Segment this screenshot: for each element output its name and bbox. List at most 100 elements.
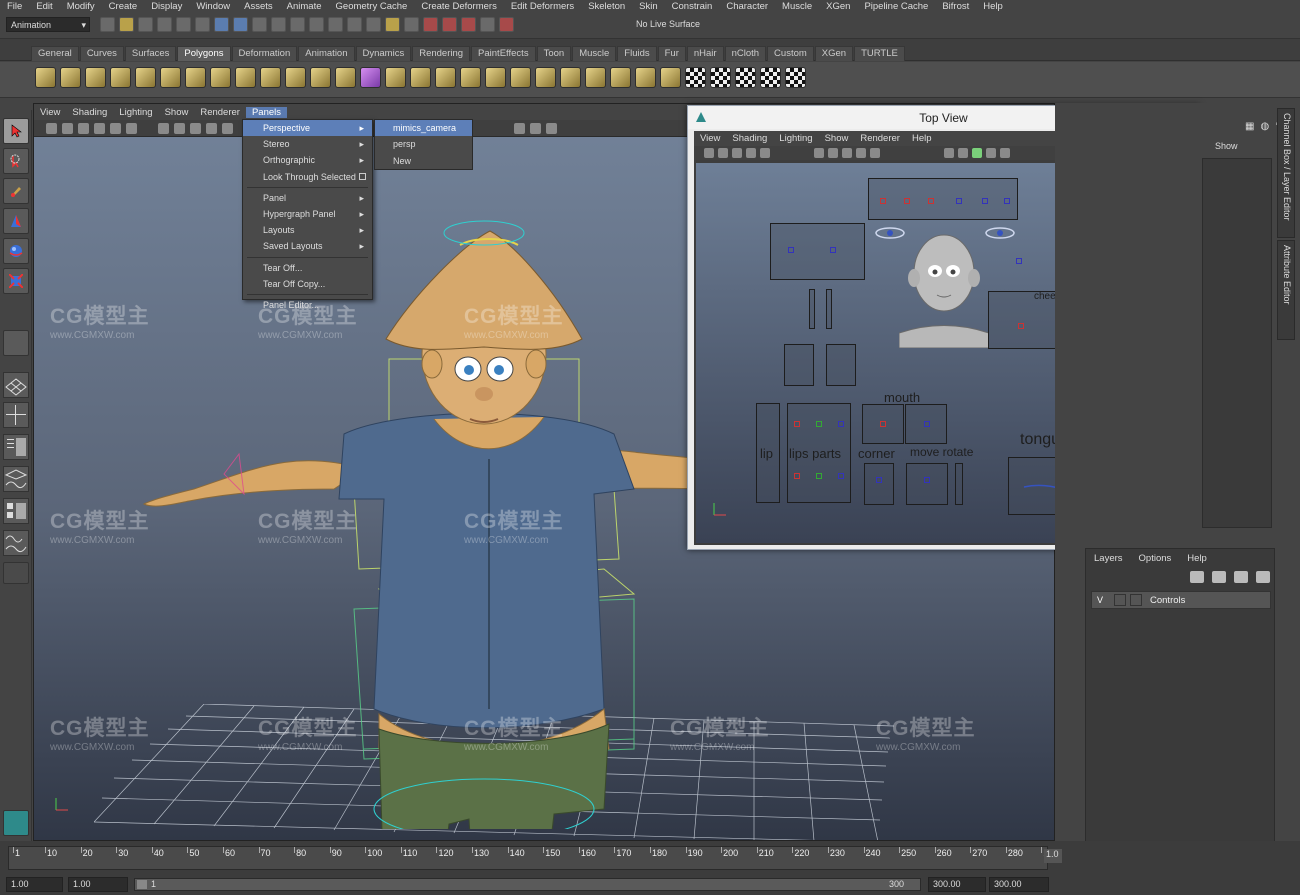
range-slider[interactable]: 1 300	[134, 878, 921, 891]
separate-icon[interactable]	[285, 67, 306, 88]
control-handle[interactable]	[1018, 323, 1024, 329]
resolution-gate-icon[interactable]	[546, 123, 557, 134]
textured-icon[interactable]	[842, 148, 852, 158]
panels-item-tear-off-copy[interactable]: Tear Off Copy...	[243, 276, 372, 292]
control-handle[interactable]	[830, 247, 836, 253]
control-handle[interactable]	[794, 473, 800, 479]
eye-controls[interactable]	[770, 223, 865, 280]
panels-item-stereo[interactable]: Stereo ▸	[243, 136, 372, 152]
shelf-tab-deformation[interactable]: Deformation	[231, 46, 298, 61]
menu-character[interactable]: Character	[719, 1, 775, 12]
shelf-tab-toon[interactable]: Toon	[536, 46, 572, 61]
menu-animate[interactable]: Animate	[280, 1, 329, 12]
control-handle[interactable]	[982, 198, 988, 204]
poly-pyramid-icon[interactable]	[185, 67, 206, 88]
options-menu[interactable]: Options	[1131, 553, 1180, 564]
playback-start-field[interactable]: 1.00	[68, 877, 128, 892]
select-camera-icon[interactable]	[46, 123, 57, 134]
corner-control[interactable]	[864, 463, 894, 505]
split-polygon-icon[interactable]	[510, 67, 531, 88]
control-handle[interactable]	[880, 198, 886, 204]
merge-icon[interactable]	[560, 67, 581, 88]
control-handle[interactable]	[924, 477, 930, 483]
shelf-tab-muscle[interactable]: Muscle	[572, 46, 617, 61]
new-empty-layer-icon[interactable]	[1234, 571, 1248, 583]
menu-edit-deformers[interactable]: Edit Deformers	[504, 1, 581, 12]
poly-cylinder-icon[interactable]	[85, 67, 106, 88]
tv-menu-view[interactable]: View	[694, 133, 726, 144]
select-tool-icon[interactable]	[3, 118, 29, 144]
menu-window[interactable]: Window	[189, 1, 237, 12]
range-slider-handle[interactable]	[137, 880, 147, 889]
menu-pipeline-cache[interactable]: Pipeline Cache	[857, 1, 935, 12]
bridge-icon[interactable]	[435, 67, 456, 88]
menu-modify[interactable]: Modify	[60, 1, 102, 12]
tv-menu-help[interactable]: Help	[906, 133, 938, 144]
move-rotate-control[interactable]	[906, 463, 948, 505]
snap-view-plane-icon[interactable]	[480, 17, 495, 32]
panel-menu-lighting[interactable]: Lighting	[113, 107, 158, 118]
film-gate-icon[interactable]	[126, 123, 137, 134]
shadows-icon[interactable]	[870, 148, 880, 158]
paint-select-tool-icon[interactable]	[3, 178, 29, 204]
layer-color-swatch[interactable]	[1130, 594, 1142, 606]
single-perspective-layout-icon[interactable]	[3, 372, 29, 398]
layer-editor-icon[interactable]: ◍	[1260, 121, 1269, 132]
control-handle[interactable]	[904, 198, 910, 204]
select-by-curve-icon[interactable]	[271, 17, 286, 32]
control-handle[interactable]	[880, 421, 886, 427]
menu-bifrost[interactable]: Bifrost	[935, 1, 976, 12]
shelf-tab-animation[interactable]: Animation	[298, 46, 355, 61]
xray-joints-icon[interactable]	[986, 148, 996, 158]
persp-outliner-layout-icon[interactable]	[3, 434, 29, 460]
snap-point-icon[interactable]	[461, 17, 476, 32]
snap-curve-icon[interactable]	[442, 17, 457, 32]
panel-menu-shading[interactable]: Shading	[66, 107, 113, 118]
tv-menu-lighting[interactable]: Lighting	[773, 133, 818, 144]
move-layer-down-icon[interactable]	[1212, 571, 1226, 583]
submenu-item-new[interactable]: New	[375, 153, 472, 169]
attribute-editor-tab[interactable]: Attribute Editor	[1277, 240, 1295, 340]
smooth-icon[interactable]	[335, 67, 356, 88]
wireframe-on-shaded-icon[interactable]	[1000, 148, 1010, 158]
poly-cone-icon[interactable]	[110, 67, 131, 88]
control-handle[interactable]	[838, 473, 844, 479]
grid-toggle-icon[interactable]	[110, 123, 121, 134]
isolate-select-icon[interactable]	[530, 123, 541, 134]
shelf-tab-turtle[interactable]: TURTLE	[854, 46, 905, 61]
shadows-icon[interactable]	[222, 123, 233, 134]
option-box-icon[interactable]	[359, 172, 366, 180]
image-plane-icon[interactable]	[746, 148, 756, 158]
layer-row-controls[interactable]: V Controls	[1091, 591, 1271, 609]
shelf-tab-rendering[interactable]: Rendering	[412, 46, 471, 61]
menu-skeleton[interactable]: Skeleton	[581, 1, 632, 12]
panel-menu-view[interactable]: View	[34, 107, 66, 118]
menu-skin[interactable]: Skin	[632, 1, 664, 12]
select-by-joint-icon[interactable]	[252, 17, 267, 32]
menu-set-selector[interactable]: Animation	[6, 17, 90, 32]
menu-edit[interactable]: Edit	[29, 1, 59, 12]
panel-menu-panels[interactable]: Panels	[245, 106, 288, 118]
control-handle[interactable]	[816, 473, 822, 479]
panels-item-tear-off[interactable]: Tear Off...	[243, 260, 372, 276]
layer-visibility-toggle[interactable]: V	[1097, 595, 1103, 605]
select-camera-icon[interactable]	[704, 148, 714, 158]
persp-graph-layout-icon[interactable]	[3, 466, 29, 492]
snap-grid-icon[interactable]	[423, 17, 438, 32]
last-tool-icon[interactable]	[3, 330, 29, 356]
select-object-icon[interactable]	[176, 17, 191, 32]
control-handle[interactable]	[956, 198, 962, 204]
sculpt-icon[interactable]	[610, 67, 631, 88]
control-handle[interactable]	[876, 477, 882, 483]
poly-pipe-icon[interactable]	[210, 67, 231, 88]
poly-plane-icon[interactable]	[135, 67, 156, 88]
bookmarks-icon[interactable]	[78, 123, 89, 134]
playback-end-field[interactable]: 300.00	[928, 877, 986, 892]
move-layer-up-icon[interactable]	[1190, 571, 1204, 583]
slider-control[interactable]	[826, 289, 832, 329]
time-slider[interactable]: 1 10 20 30 40 50 60 70 80 90 100 110 120 130 140 150 160…	[0, 841, 1300, 875]
uv-editor-icon[interactable]	[685, 67, 706, 88]
submenu-item-persp[interactable]: persp	[375, 136, 472, 152]
shelf-tab-custom[interactable]: Custom	[767, 46, 814, 61]
time-slider-track[interactable]: 1 10 20 30 40 50 60 70 80 90 100 110 120 130 140 150 160…	[8, 846, 1058, 870]
